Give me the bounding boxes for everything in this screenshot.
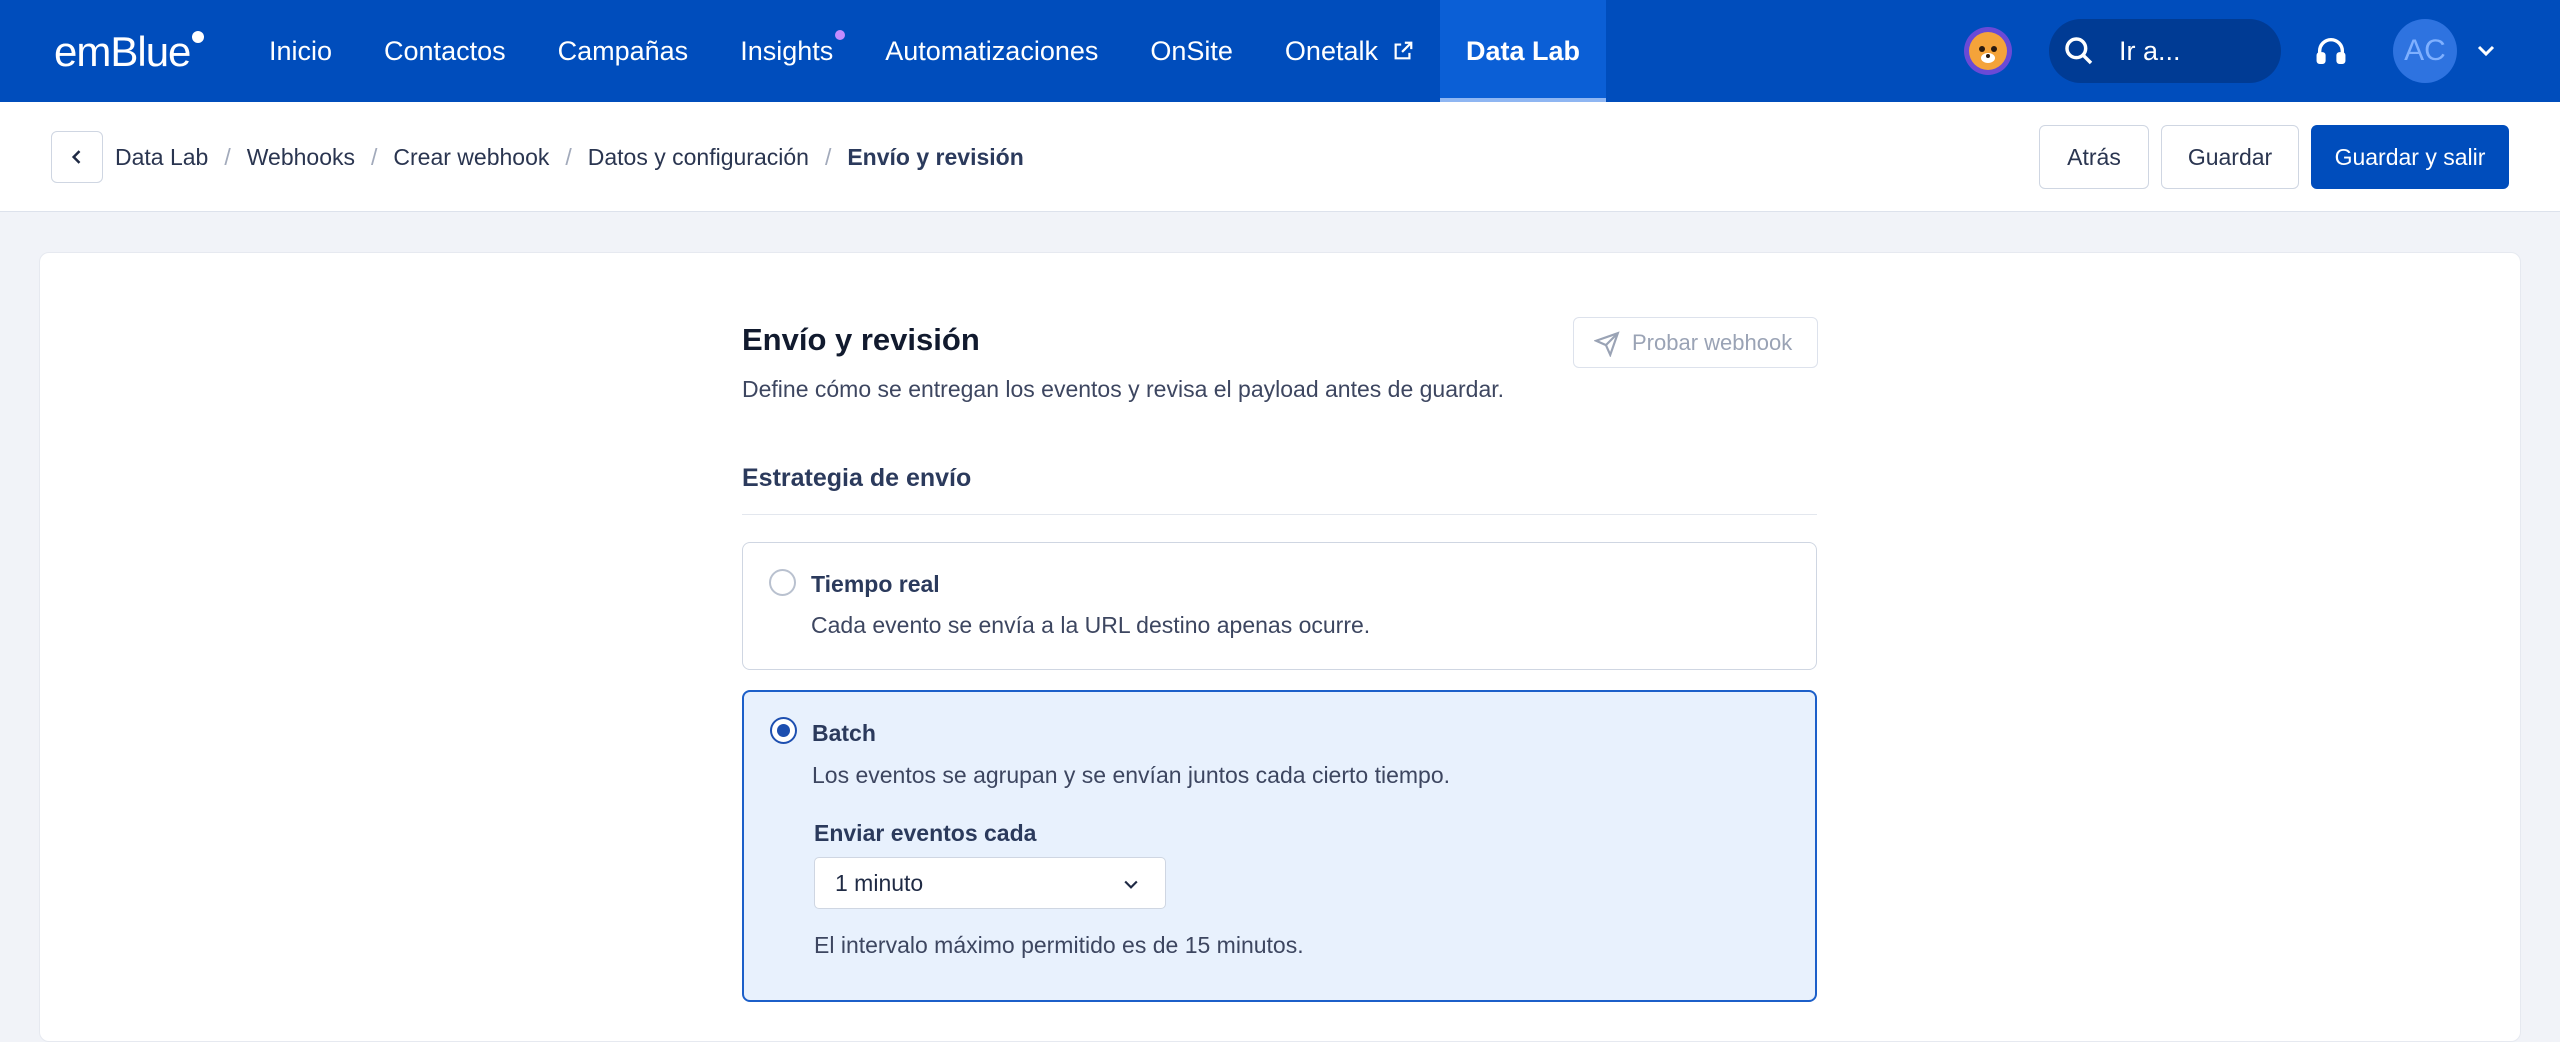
send-icon <box>1594 331 1620 357</box>
option-description: Los eventos se agrupan y se envían junto… <box>812 762 1451 788</box>
chevron-down-icon <box>1124 880 1138 889</box>
nav-item-data-lab[interactable]: Data Lab <box>1439 0 1607 102</box>
chevron-left-icon <box>71 150 81 164</box>
nav-item-label: Contactos <box>384 35 506 66</box>
avatar-initials: AC <box>2404 34 2446 67</box>
option-description: Cada evento se envía a la URL destino ap… <box>811 612 1371 638</box>
section-divider <box>742 514 1817 515</box>
breadcrumb-bar: Data Lab / Webhooks / Crear webhook / Da… <box>0 102 2560 212</box>
save-button[interactable]: Guardar <box>2161 125 2299 189</box>
goto-label: Ir a... <box>2119 35 2181 66</box>
fox-face-icon <box>1969 32 2007 70</box>
nav-item-label: Data Lab <box>1465 35 1581 66</box>
test-webhook-button[interactable]: Probar webhook <box>1573 317 1818 368</box>
option-realtime[interactable]: Tiempo real Cada evento se envía a la UR… <box>742 542 1817 670</box>
nav-item-inicio[interactable]: Inicio <box>243 0 358 102</box>
chevron-down-icon[interactable] <box>2474 38 2498 62</box>
page-subtitle: Define cómo se entregan los eventos y re… <box>742 376 1505 402</box>
strategy-title: Estrategia de envío <box>742 464 972 492</box>
breadcrumb-current: Envío y revisión <box>847 143 1024 170</box>
breadcrumb: Data Lab / Webhooks / Crear webhook / Da… <box>115 102 1024 212</box>
page-title: Envío y revisión <box>742 322 980 357</box>
goto-search-button[interactable]: Ir a... <box>2049 19 2281 83</box>
breadcrumb-item[interactable]: Datos y configuración <box>588 144 809 171</box>
main-menu: Inicio Contactos Campañas Insights Autom… <box>243 0 1607 102</box>
option-batch[interactable]: Batch Los eventos se agrupan y se envían… <box>742 690 1817 1002</box>
nav-item-contactos[interactable]: Contactos <box>358 0 532 102</box>
breadcrumb-item[interactable]: Webhooks <box>247 144 355 171</box>
nav-item-label: Campañas <box>557 35 689 66</box>
mascot-icon[interactable] <box>1964 27 2012 75</box>
breadcrumb-item[interactable]: Data Lab <box>115 144 208 171</box>
nav-item-onetalk[interactable]: Onetalk <box>1259 0 1440 102</box>
test-webhook-label: Probar webhook <box>1632 329 1793 355</box>
new-badge-dot <box>835 30 846 40</box>
back-button[interactable]: Atrás <box>2039 125 2149 189</box>
interval-label: Enviar eventos cada <box>814 820 1037 846</box>
nav-item-onsite[interactable]: OnSite <box>1124 0 1259 102</box>
nav-item-label: Insights <box>740 35 834 66</box>
nav-item-label: Onetalk <box>1284 35 1378 66</box>
radio-batch-selected[interactable] <box>770 717 797 744</box>
save-and-exit-button[interactable]: Guardar y salir <box>2311 125 2509 189</box>
radio-realtime[interactable] <box>769 569 796 596</box>
interval-select[interactable]: 1 minuto <box>814 857 1166 909</box>
back-arrow-button[interactable] <box>51 131 103 183</box>
option-title: Batch <box>812 720 876 746</box>
nav-item-label: OnSite <box>1150 35 1233 66</box>
breadcrumb-separator: / <box>565 143 572 170</box>
emblue-logo[interactable]: emBlue <box>54 28 205 75</box>
nav-item-campanas[interactable]: Campañas <box>532 0 715 102</box>
breadcrumb-separator: / <box>224 143 231 170</box>
logo-text: emBlue <box>54 28 191 75</box>
external-link-icon <box>1394 41 1413 60</box>
logo-dot <box>192 31 205 43</box>
interval-hint: El intervalo máximo permitido es de 15 m… <box>814 932 1304 958</box>
breadcrumb-separator: / <box>824 143 832 170</box>
interval-value: 1 minuto <box>835 869 924 896</box>
breadcrumb-separator: / <box>371 143 378 170</box>
nav-item-automatizaciones[interactable]: Automatizaciones <box>859 0 1124 102</box>
option-title: Tiempo real <box>811 571 940 597</box>
breadcrumb-item[interactable]: Crear webhook <box>393 144 549 171</box>
nav-item-label: Inicio <box>269 35 333 66</box>
nav-item-insights[interactable]: Insights <box>714 0 859 102</box>
headset-support-icon[interactable] <box>2314 34 2348 68</box>
top-navbar: emBlue Inicio Contactos Campañas Insight… <box>0 0 2560 102</box>
user-avatar[interactable]: AC <box>2393 19 2457 83</box>
search-icon <box>2065 37 2093 65</box>
nav-item-label: Automatizaciones <box>885 35 1099 66</box>
